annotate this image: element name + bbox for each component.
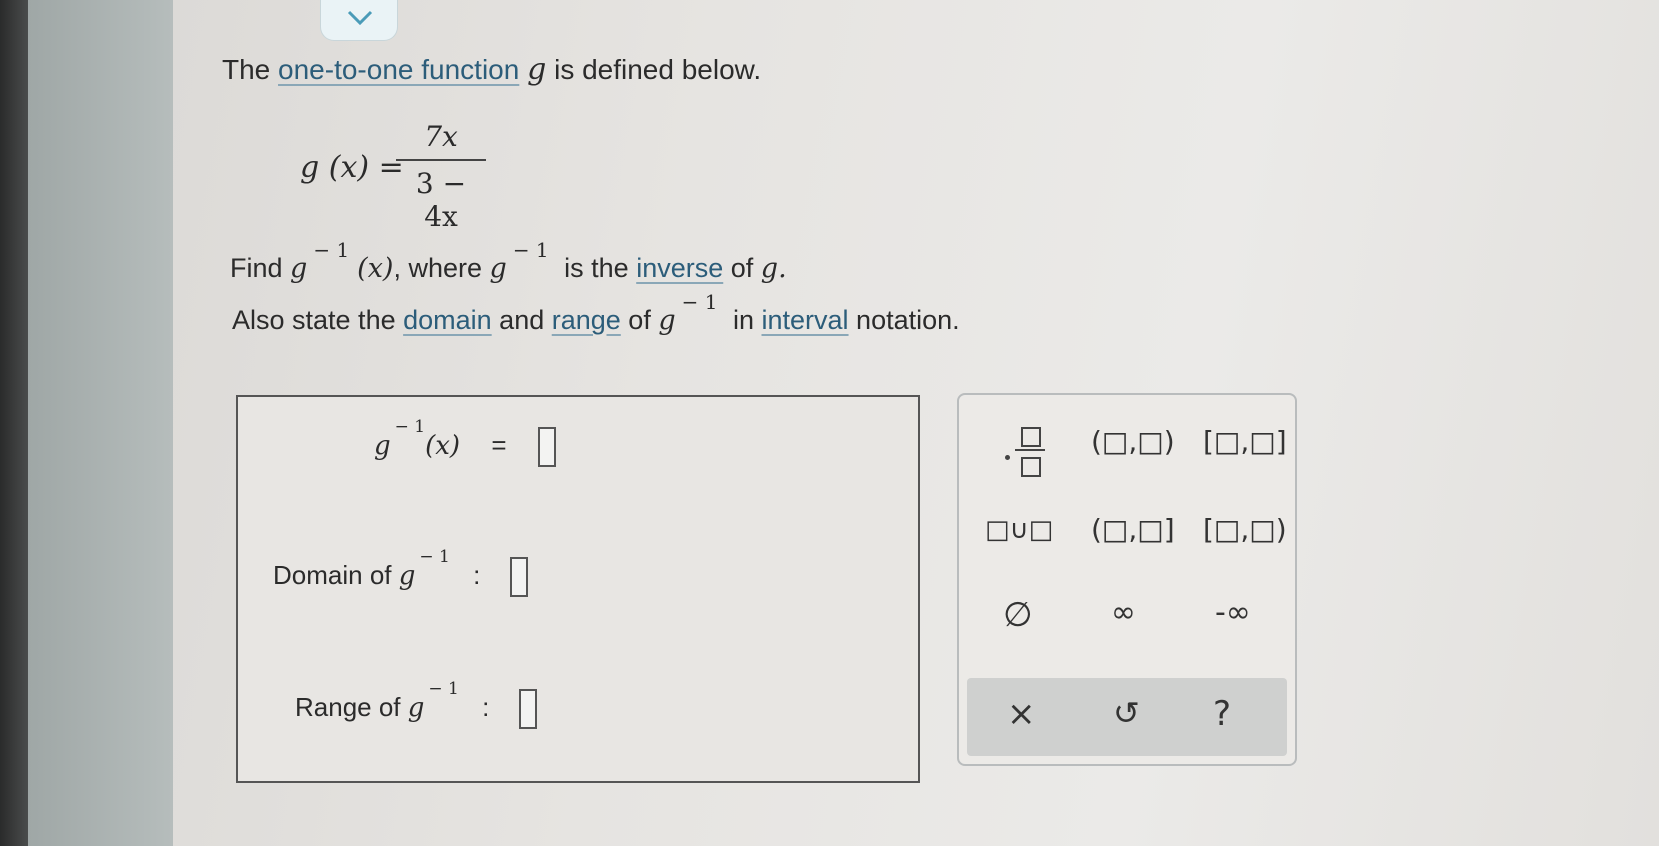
fraction-button[interactable] xyxy=(1011,421,1051,481)
domain-link[interactable]: domain xyxy=(403,305,492,335)
help-button[interactable]: ? xyxy=(1213,694,1231,734)
function-definition: g (x) = 7x 3 − 4x xyxy=(300,120,520,233)
range-link[interactable]: range xyxy=(552,305,621,335)
domain-input[interactable] xyxy=(509,557,528,597)
screen-bezel xyxy=(0,0,28,846)
domain-range-instruction: Also state the domain and range of g− 1 … xyxy=(232,290,960,336)
empty-set-button[interactable]: ∅ xyxy=(1003,595,1033,635)
math-palette: (□,□) [□,□] □∪□ (□,□] [□,□) ∅ ∞ -∞ × ↺ ? xyxy=(957,393,1297,766)
closed-interval-button[interactable]: [□,□] xyxy=(1203,425,1287,458)
inverse-link[interactable]: inverse xyxy=(636,253,723,283)
palette-actions: × ↺ ? xyxy=(967,678,1287,756)
range-row: Range of g− 1 : xyxy=(295,679,537,729)
union-button[interactable]: □∪□ xyxy=(985,515,1053,545)
negative-infinity-button[interactable]: -∞ xyxy=(1215,595,1251,630)
closed-open-interval-button[interactable]: [□,□) xyxy=(1203,513,1287,546)
range-input[interactable] xyxy=(518,689,537,729)
open-closed-interval-button[interactable]: (□,□] xyxy=(1091,513,1175,546)
question-intro: The one-to-one function g is defined bel… xyxy=(222,52,762,87)
left-sidebar xyxy=(28,0,173,846)
interval-link[interactable]: interval xyxy=(762,305,849,335)
one-to-one-function-link[interactable]: one-to-one function xyxy=(278,54,519,85)
undo-icon[interactable]: ↺ xyxy=(1113,694,1140,732)
chevron-down-icon xyxy=(347,10,373,26)
find-inverse-instruction: Find g− 1(x), where g− 1 is the inverse … xyxy=(230,238,787,284)
domain-row: Domain of g− 1 : xyxy=(273,547,528,597)
open-interval-button[interactable]: (□,□) xyxy=(1091,425,1175,458)
clear-button[interactable]: × xyxy=(1007,694,1036,734)
answer-area: g− 1(x) = Domain of g− 1 : Range of g− 1… xyxy=(236,395,920,783)
inverse-input[interactable] xyxy=(537,427,556,467)
fraction: 7x 3 − 4x xyxy=(396,120,486,233)
collapse-toggle[interactable] xyxy=(320,0,398,41)
infinity-button[interactable]: ∞ xyxy=(1111,595,1136,630)
inverse-row: g− 1(x) = xyxy=(374,417,556,467)
